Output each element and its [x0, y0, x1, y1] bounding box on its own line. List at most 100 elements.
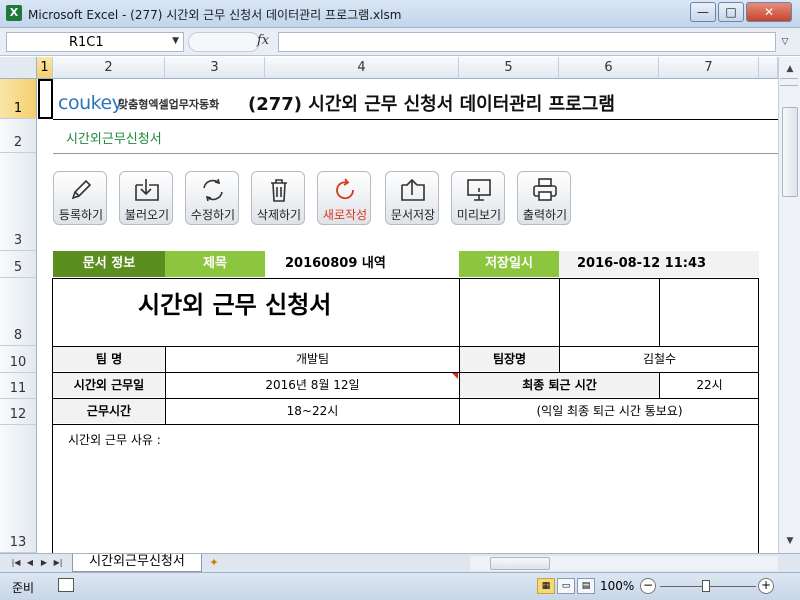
selected-cell[interactable]: [38, 79, 53, 119]
zoom-slider-thumb[interactable]: [702, 580, 710, 592]
edit-button[interactable]: 수정하기: [185, 171, 239, 225]
worksheet-grid[interactable]: 1 2 3 4 5 6 7 1 2 3 5 8 10 11 12 13 couk…: [0, 57, 778, 553]
sheet-tab-bar: |◀ ◀ ▶ ▶| 시간외근무신청서 ✦: [0, 553, 800, 572]
tab-sheet[interactable]: 시간외근무신청서: [72, 554, 202, 572]
team-value[interactable]: 개발팀: [166, 347, 459, 371]
window-title: Microsoft Excel - (277) 시간외 근무 신청서 데이터관리…: [28, 8, 402, 22]
save-document-button-label: 문서저장: [390, 208, 436, 222]
horizontal-scrollbar[interactable]: [470, 556, 778, 571]
select-all-corner[interactable]: [0, 57, 37, 79]
comment-indicator[interactable]: [452, 373, 458, 379]
preview-button[interactable]: 미리보기: [451, 171, 505, 225]
coukey-logo: coukey: [58, 92, 123, 114]
row-header[interactable]: 5: [0, 251, 37, 278]
column-header[interactable]: 3: [165, 57, 265, 79]
zoom-in-icon[interactable]: +: [758, 578, 774, 594]
insert-function-icon[interactable]: fx: [257, 33, 269, 48]
program-title: (277) 시간외 근무 신청서 데이터관리 프로그램: [248, 94, 615, 115]
formula-input[interactable]: [278, 32, 776, 52]
horizontal-scroll-thumb[interactable]: [490, 557, 550, 570]
final-leave-value[interactable]: 22시: [660, 373, 759, 397]
preview-button-label: 미리보기: [456, 208, 502, 222]
row-header[interactable]: 8: [0, 278, 37, 346]
name-box[interactable]: R1C1 ▼: [6, 32, 184, 52]
leader-label: 팀장명: [460, 347, 559, 371]
column-header[interactable]: 7: [659, 57, 759, 79]
row-header[interactable]: 3: [0, 153, 37, 251]
row-header[interactable]: 13: [0, 425, 37, 553]
chevron-down-icon[interactable]: ▼: [172, 36, 179, 46]
hours-label: 근무시간: [53, 399, 165, 423]
print-button-label: 출력하기: [522, 208, 568, 222]
zoom-out-icon[interactable]: −: [640, 578, 656, 594]
row-header[interactable]: 1: [0, 79, 37, 119]
delete-button[interactable]: 삭제하기: [251, 171, 305, 225]
load-button[interactable]: 불러오기: [119, 171, 173, 225]
reason-label[interactable]: 시간외 근무 사유 :: [68, 431, 161, 448]
maximize-button[interactable]: □: [718, 2, 744, 22]
pencil-icon: [71, 179, 92, 200]
new-refresh-icon: [336, 178, 354, 200]
row-header[interactable]: 2: [0, 119, 37, 153]
date-value[interactable]: 2016년 8월 12일: [166, 373, 459, 397]
vertical-scroll-thumb[interactable]: [782, 107, 798, 197]
normal-view-icon[interactable]: ▦: [537, 578, 555, 594]
status-ready: 준비: [12, 581, 35, 595]
expand-formula-bar-icon[interactable]: ▽: [778, 32, 792, 52]
first-sheet-icon[interactable]: |◀: [10, 556, 22, 570]
excel-app-icon[interactable]: X: [6, 5, 22, 21]
next-sheet-icon[interactable]: ▶: [38, 556, 50, 570]
saved-at-value[interactable]: 2016-08-12 11:43: [559, 251, 759, 277]
row-line: [52, 424, 759, 425]
trash-icon: [271, 179, 287, 202]
split-box[interactable]: [780, 78, 798, 86]
next-day-note[interactable]: (익일 최종 퇴근 시간 통보요): [460, 399, 759, 423]
prev-sheet-icon[interactable]: ◀: [24, 556, 36, 570]
doc-info-label: 문서 정보: [53, 251, 165, 277]
row-header[interactable]: 11: [0, 373, 37, 399]
column-header[interactable]: 2: [53, 57, 165, 79]
new-document-button[interactable]: 새로작성: [317, 171, 371, 225]
form-heading: 시간외 근무 신청서: [138, 291, 332, 319]
column-header[interactable]: 5: [459, 57, 559, 79]
column-header[interactable]: 1: [37, 57, 53, 79]
final-leave-label: 최종 퇴근 시간: [460, 373, 659, 397]
leader-value[interactable]: 김철수: [560, 347, 759, 371]
team-label: 팀 명: [53, 347, 165, 371]
vertical-scrollbar[interactable]: ▲ ▼: [778, 57, 800, 553]
minimize-button[interactable]: —: [690, 2, 716, 22]
new-document-button-label: 새로작성: [322, 208, 368, 222]
insert-sheet-icon[interactable]: ✦: [203, 555, 225, 571]
last-sheet-icon[interactable]: ▶|: [52, 556, 64, 570]
monitor-icon: [467, 179, 491, 201]
title-underline: [53, 119, 778, 120]
printer-icon: [533, 178, 557, 201]
macro-record-icon[interactable]: [58, 578, 74, 592]
save-document-button[interactable]: 문서저장: [385, 171, 439, 225]
row-header[interactable]: 10: [0, 346, 37, 373]
column-header[interactable]: 4: [265, 57, 459, 79]
title-bar: X Microsoft Excel - (277) 시간외 근무 신청서 데이터…: [0, 0, 800, 28]
sheet-subtitle: 시간외근무신청서: [66, 132, 162, 147]
row-header[interactable]: 12: [0, 399, 37, 425]
subject-value[interactable]: 20160809 내역: [265, 251, 459, 277]
approval-boxes[interactable]: [459, 278, 759, 346]
column-header-partial[interactable]: [759, 57, 778, 79]
hours-value[interactable]: 18~22시: [166, 399, 459, 423]
register-button[interactable]: 등록하기: [53, 171, 107, 225]
upload-folder-icon: [401, 178, 425, 201]
page-layout-view-icon[interactable]: ▭: [557, 578, 575, 594]
subject-label: 제목: [165, 251, 265, 277]
brand-tagline: 맞춤형엑셀업무자동화: [118, 98, 220, 111]
scroll-up-icon[interactable]: ▲: [782, 61, 798, 77]
page-break-view-icon[interactable]: ▤: [577, 578, 595, 594]
status-bar: 준비 ▦ ▭ ▤ 100% − +: [0, 572, 800, 600]
zoom-level[interactable]: 100%: [600, 579, 634, 593]
refresh-icon: [203, 178, 223, 202]
print-button[interactable]: 출력하기: [517, 171, 571, 225]
column-header[interactable]: 6: [559, 57, 659, 79]
formula-bar: R1C1 ▼ fx ▽: [0, 28, 800, 56]
register-button-label: 등록하기: [58, 208, 104, 222]
close-button[interactable]: ✕: [746, 2, 792, 22]
scroll-down-icon[interactable]: ▼: [782, 533, 798, 549]
